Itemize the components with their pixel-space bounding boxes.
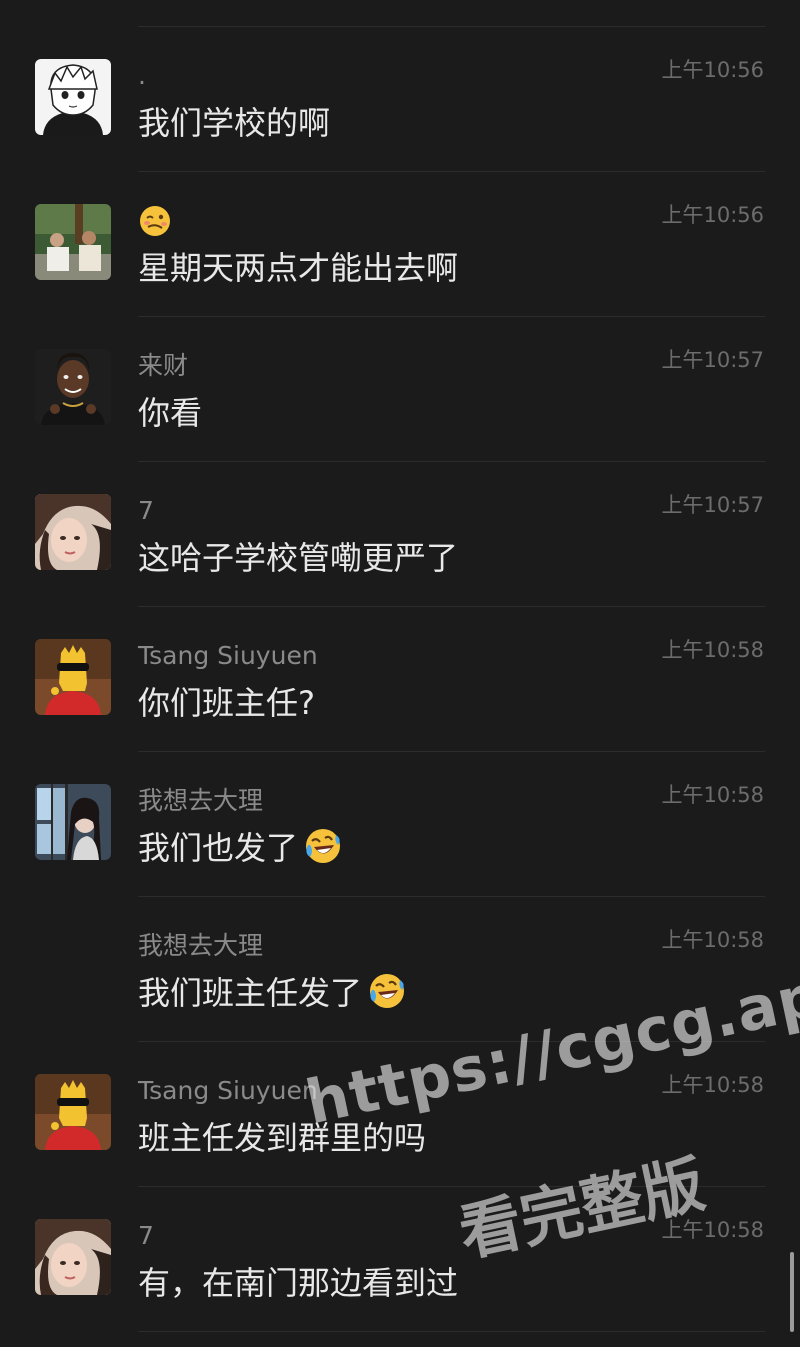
sender-name: . — [138, 61, 146, 90]
girl-selfie-avatar[interactable] — [35, 494, 111, 570]
message-text: 你看 — [138, 394, 203, 432]
message-item[interactable]: 我想去大理 上午10:58 我们班主任发了 — [0, 897, 800, 1042]
sender-name: 7 — [138, 496, 154, 525]
message-time: 上午10:58 — [661, 928, 764, 952]
message-text-content: 我们也发了 — [138, 829, 299, 867]
woozy-face-emoji — [138, 204, 172, 238]
sender-name: 7 — [138, 1221, 154, 1250]
message-text: 我们班主任发了 — [138, 972, 406, 1014]
message-text: 星期天两点才能出去啊 — [138, 249, 459, 287]
message-text: 你们班主任? — [138, 684, 315, 722]
man-portrait-avatar[interactable] — [35, 349, 111, 425]
message-text: 我们学校的啊 — [138, 104, 331, 142]
message-time: 上午10:58 — [661, 638, 764, 662]
group-photo-avatar[interactable] — [35, 204, 111, 280]
message-text: 这哈子学校管嘞更严了 — [138, 539, 459, 577]
message-item[interactable]: . 上午10:56 我们学校的啊 — [0, 27, 800, 172]
sender-name: 我想去大理 — [138, 931, 264, 960]
bart-sunglasses-avatar[interactable] — [35, 1074, 111, 1150]
message-time: 上午10:58 — [661, 1073, 764, 1097]
rolling-laughing-emoji — [370, 974, 405, 1008]
girl-selfie-avatar[interactable] — [35, 1219, 111, 1295]
rolling-laughing-emoji — [306, 829, 341, 863]
message-text: 班主任发到群里的吗 — [138, 1119, 427, 1157]
message-item[interactable]: 7 上午10:58 有，在南门那边看到过 — [0, 1187, 800, 1332]
message-text: 有，在南门那边看到过 — [138, 1264, 459, 1302]
anime-boy-avatar[interactable] — [35, 59, 111, 135]
sender-name: Tsang Siuyuen — [138, 1076, 318, 1105]
message-item[interactable]: 我想去大理 上午10:58 我们也发了 — [0, 752, 800, 897]
bart-sunglasses-avatar[interactable] — [35, 639, 111, 715]
message-item[interactable]: 7 上午10:57 这哈子学校管嘞更严了 — [0, 462, 800, 607]
message-time: 上午10:56 — [661, 58, 764, 82]
message-item[interactable]: 来财 上午10:57 你看 — [0, 317, 800, 462]
scrollbar[interactable] — [790, 1252, 794, 1332]
sender-name: Tsang Siuyuen — [138, 641, 318, 670]
message-time: 上午10:58 — [661, 783, 764, 807]
message-text: 我们也发了 — [138, 827, 342, 869]
message-item[interactable]: 上午10:56 星期天两点才能出去啊 — [0, 172, 800, 317]
message-time: 上午10:58 — [661, 1218, 764, 1242]
message-time: 上午10:57 — [661, 493, 764, 517]
sender-name: 我想去大理 — [138, 786, 264, 815]
message-text-content: 我们班主任发了 — [138, 974, 363, 1012]
message-list[interactable]: . 上午10:56 我们学校的啊 上午10:56 星期天两点才能出去啊 来财 上… — [0, 27, 800, 1332]
message-time: 上午10:57 — [661, 348, 764, 372]
girl-window-avatar[interactable] — [35, 784, 111, 860]
message-time: 上午10:56 — [661, 203, 764, 227]
message-item[interactable]: Tsang Siuyuen 上午10:58 你们班主任? — [0, 607, 800, 752]
sender-name: 来财 — [138, 351, 189, 380]
message-item[interactable]: Tsang Siuyuen 上午10:58 班主任发到群里的吗 — [0, 1042, 800, 1187]
